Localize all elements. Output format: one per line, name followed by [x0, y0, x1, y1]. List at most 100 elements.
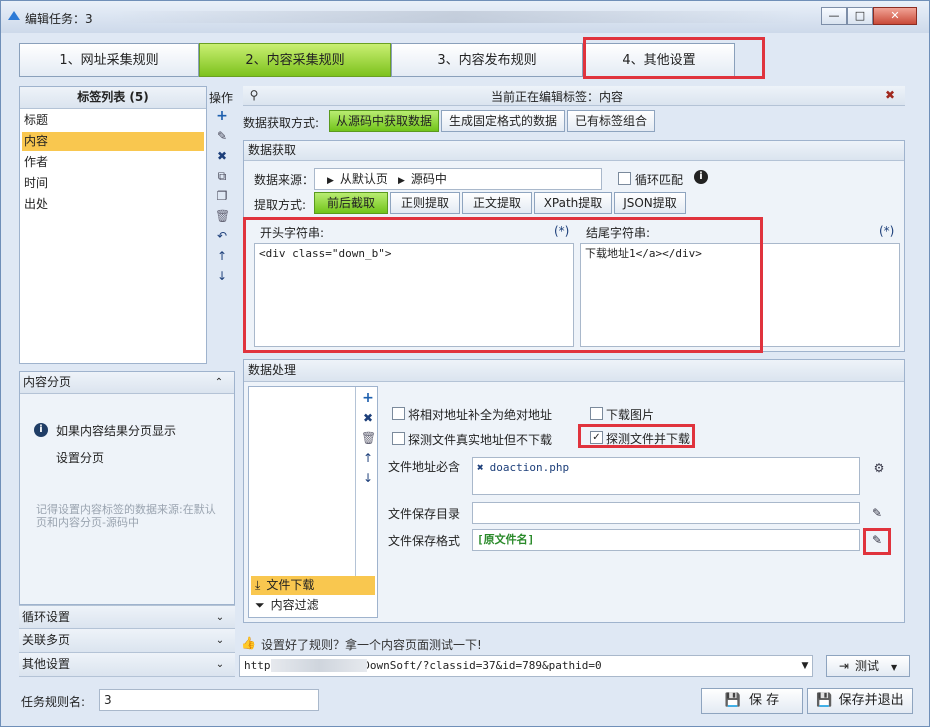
edit-icon[interactable]: ✎	[215, 129, 229, 143]
set-pagination-link[interactable]: 设置分页	[56, 449, 104, 466]
must-contain-value: doaction.php	[489, 461, 570, 474]
processing-item[interactable]: ⏷ 内容过滤	[251, 596, 375, 615]
info-icon: i	[34, 423, 48, 437]
maximize-button[interactable]: □	[847, 7, 873, 25]
dropdown-arrow-icon: ▼	[890, 663, 898, 672]
blurred-url-region	[271, 659, 367, 672]
data-fetch-title: 数据获取	[244, 141, 904, 161]
tab-content-rules[interactable]: 2、内容采集规则	[199, 43, 391, 77]
loop-match-label: 循环匹配	[635, 173, 684, 187]
paste-icon[interactable]: ❐	[215, 189, 229, 203]
highlight-box-detect-download	[578, 424, 695, 448]
save-button-label: 保 存	[749, 693, 780, 708]
undo-icon[interactable]: ↶	[215, 229, 229, 243]
editing-header: ⚲ 当前正在编辑标签：内容 ✖	[243, 86, 905, 106]
method-body[interactable]: 正文提取	[462, 192, 532, 214]
tag-list-panel: 标签列表 (5) 标题 内容 作者 时间 出处	[19, 86, 207, 364]
remove-icon[interactable]: ✖	[477, 461, 484, 474]
method-xpath[interactable]: XPath提取	[534, 192, 612, 214]
tab-url-rules[interactable]: 1、网址采集规则	[19, 43, 199, 77]
download-images-label: 下载图片	[606, 408, 655, 422]
method-before-after[interactable]: 前后截取	[314, 192, 388, 214]
delete-icon[interactable]: ✖	[215, 149, 229, 163]
info-icon[interactable]: i	[694, 170, 708, 184]
pagination-title: 内容分页 ⌃	[20, 372, 234, 394]
relative-to-absolute-checkbox[interactable]	[392, 407, 405, 420]
test-button[interactable]: ⇥ 测试 ▼	[826, 655, 910, 677]
test-icon: ⇥	[838, 659, 849, 673]
download-images-checkbox[interactable]	[590, 407, 603, 420]
processing-item-label: 文件下载	[266, 578, 315, 592]
ops-title: 操作	[209, 91, 234, 105]
highlight-box-strings	[243, 217, 763, 353]
detect-real-address-label: 探测文件真实地址但不下载	[408, 433, 553, 447]
source-part: 源码中	[410, 172, 447, 186]
detect-real-address-checkbox[interactable]	[392, 432, 405, 445]
section-label: 关联多页	[22, 633, 71, 647]
minimize-button[interactable]: —	[821, 7, 847, 25]
processing-item-selected[interactable]: ⤓ 文件下载	[251, 576, 375, 595]
tag-list-title: 标签列表 (5)	[20, 87, 206, 109]
editing-tag-label: 当前正在编辑标签：内容	[491, 90, 624, 104]
edit-icon[interactable]: ✎	[870, 506, 884, 520]
test-hint: 设置好了规则？拿一个内容页面测试一下!	[261, 638, 482, 652]
save-and-exit-button[interactable]: 💾 保存并退出	[807, 688, 913, 714]
move-down-icon[interactable]: ↓	[361, 471, 375, 485]
fetch-from-source-button[interactable]: 从源码中获取数据	[329, 110, 439, 132]
pagination-hint: 如果内容结果分页显示	[56, 424, 177, 438]
task-name-label: 任务规则名:	[21, 695, 86, 709]
edit-task-window: 编辑任务：3 — □ ✕ 1、网址采集规则 2、内容采集规则 3、内容发布规则 …	[0, 0, 930, 727]
close-button[interactable]: ✕	[873, 7, 917, 25]
method-regex[interactable]: 正则提取	[390, 192, 460, 214]
section-loop-settings[interactable]: 循环设置 ⌄	[19, 605, 235, 629]
source-part: 从默认页	[339, 172, 388, 186]
loop-match-checkbox[interactable]	[618, 172, 631, 185]
method-json[interactable]: JSON提取	[614, 192, 686, 214]
save-icon: 💾	[816, 693, 833, 708]
trash-icon[interactable]: 🗑	[215, 209, 230, 223]
caret-right-icon: ▶	[327, 176, 334, 186]
tag-combine-button[interactable]: 已有标签组合	[567, 110, 655, 132]
section-other-settings[interactable]: 其他设置 ⌄	[19, 653, 235, 677]
pin-icon: ⚲	[249, 88, 259, 102]
dropdown-arrow-icon[interactable]: ▼	[798, 659, 812, 673]
save-dir-input[interactable]	[472, 502, 860, 524]
section-related-pages[interactable]: 关联多页 ⌄	[19, 629, 235, 653]
task-name-input[interactable]: 3	[99, 689, 319, 711]
save-format-input[interactable]: [原文件名]	[472, 529, 860, 551]
add-icon[interactable]: +	[361, 391, 375, 405]
close-editor-icon[interactable]: ✖	[883, 88, 897, 102]
pagination-title-text: 内容分页	[23, 375, 72, 389]
filter-icon: ⏷	[255, 598, 265, 612]
move-down-icon[interactable]: ↓	[215, 269, 229, 283]
processing-list: + ✖ 🗑 ↑ ↓ ⤓ 文件下载 ⏷ 内容过滤	[248, 386, 378, 618]
highlight-box-other-settings	[583, 37, 765, 79]
data-source-field[interactable]: ▶ 从默认页 ▶ 源码中	[314, 168, 602, 190]
must-contain-field[interactable]: ✖ doaction.php	[472, 457, 860, 495]
move-up-icon[interactable]: ↑	[361, 451, 375, 465]
move-up-icon[interactable]: ↑	[215, 249, 229, 263]
expand-icon: ⌄	[215, 612, 225, 623]
copy-icon[interactable]: ⧉	[215, 169, 229, 183]
window-title: 编辑任务：3	[25, 12, 93, 26]
save-icon: 💾	[724, 693, 742, 708]
fixed-format-button[interactable]: 生成固定格式的数据	[441, 110, 565, 132]
tag-item[interactable]: 标题	[22, 111, 204, 130]
relative-to-absolute-label: 将相对地址补全为绝对地址	[408, 408, 553, 422]
collapse-icon[interactable]: ⌃	[212, 376, 226, 390]
tag-item-selected[interactable]: 内容	[22, 132, 204, 151]
tab-publish-rules[interactable]: 3、内容发布规则	[391, 43, 583, 77]
delete-icon[interactable]: ✖	[361, 411, 375, 425]
tag-item[interactable]: 时间	[22, 174, 204, 193]
end-required-mark: (*)	[879, 224, 895, 238]
tag-item[interactable]: 出处	[22, 195, 204, 214]
blurred-title-region	[111, 11, 801, 23]
gear-icon[interactable]: ⚙	[872, 461, 886, 475]
tag-item[interactable]: 作者	[22, 153, 204, 172]
trash-icon[interactable]: 🗑	[361, 431, 376, 445]
add-icon[interactable]: +	[215, 109, 229, 123]
title-bar: 编辑任务：3 — □ ✕	[1, 1, 929, 33]
section-label: 循环设置	[22, 610, 71, 624]
save-button[interactable]: 💾 保 存	[701, 688, 803, 714]
processing-item-label: 内容过滤	[270, 598, 319, 612]
